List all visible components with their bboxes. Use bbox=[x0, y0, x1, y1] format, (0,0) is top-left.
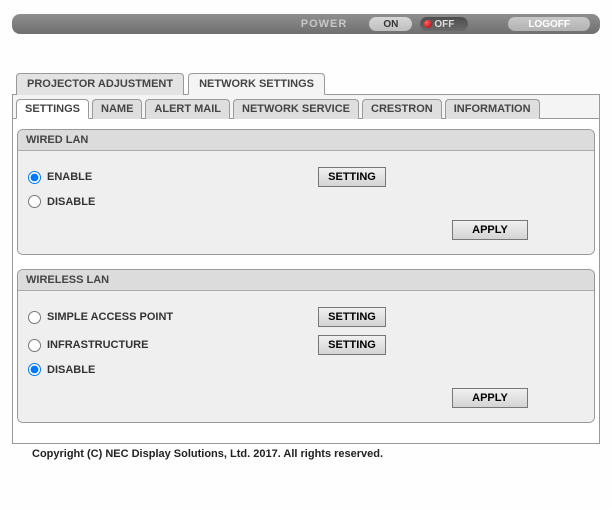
tab-network-settings[interactable]: NETWORK SETTINGS bbox=[188, 73, 325, 95]
wireless-lan-panel: WIRELESS LAN SIMPLE ACCESS POINT SETTING… bbox=[17, 269, 595, 423]
wireless-disable-label: DISABLE bbox=[47, 364, 95, 376]
tab-projector-adjustment[interactable]: PROJECTOR ADJUSTMENT bbox=[16, 73, 184, 95]
wired-lan-title: WIRED LAN bbox=[18, 130, 594, 151]
tab-network-service[interactable]: NETWORK SERVICE bbox=[233, 99, 359, 119]
settings-content: WIRED LAN ENABLE SETTING DISABLE bbox=[13, 119, 599, 443]
wireless-apply-button[interactable]: APPLY bbox=[452, 388, 528, 408]
wired-disable-radio[interactable] bbox=[28, 195, 41, 208]
wired-disable-label: DISABLE bbox=[47, 196, 95, 208]
wireless-simpleap-setting-button[interactable]: SETTING bbox=[318, 307, 386, 327]
tab-crestron[interactable]: CRESTRON bbox=[362, 99, 442, 119]
tab-name[interactable]: NAME bbox=[92, 99, 142, 119]
power-label: POWER bbox=[301, 18, 348, 30]
wired-enable-label: ENABLE bbox=[47, 171, 92, 183]
wireless-simpleap-option[interactable]: SIMPLE ACCESS POINT bbox=[28, 311, 318, 324]
copyright-footer: Copyright (C) NEC Display Solutions, Ltd… bbox=[12, 444, 600, 460]
wired-setting-button[interactable]: SETTING bbox=[318, 167, 386, 187]
wireless-infrastructure-setting-button[interactable]: SETTING bbox=[318, 335, 386, 355]
wireless-lan-title: WIRELESS LAN bbox=[18, 270, 594, 291]
wired-enable-radio[interactable] bbox=[28, 171, 41, 184]
wired-disable-option[interactable]: DISABLE bbox=[28, 195, 318, 208]
tab-alert-mail[interactable]: ALERT MAIL bbox=[145, 99, 230, 119]
power-off-button[interactable]: OFF bbox=[420, 17, 468, 31]
wireless-infrastructure-radio[interactable] bbox=[28, 339, 41, 352]
wireless-disable-radio[interactable] bbox=[28, 363, 41, 376]
secondary-tab-bar: SETTINGS NAME ALERT MAIL NETWORK SERVICE… bbox=[13, 95, 599, 119]
wireless-infrastructure-option[interactable]: INFRASTRUCTURE bbox=[28, 339, 318, 352]
wired-lan-panel: WIRED LAN ENABLE SETTING DISABLE bbox=[17, 129, 595, 255]
wireless-simpleap-label: SIMPLE ACCESS POINT bbox=[47, 311, 173, 323]
logoff-button[interactable]: LOGOFF bbox=[508, 17, 590, 31]
power-on-button[interactable]: ON bbox=[369, 17, 412, 31]
wireless-simpleap-radio[interactable] bbox=[28, 311, 41, 324]
primary-tab-bar: PROJECTOR ADJUSTMENT NETWORK SETTINGS bbox=[12, 72, 600, 95]
wireless-disable-option[interactable]: DISABLE bbox=[28, 363, 318, 376]
tab-information[interactable]: INFORMATION bbox=[445, 99, 540, 119]
tab-settings[interactable]: SETTINGS bbox=[16, 99, 89, 119]
top-toolbar: POWER ON OFF LOGOFF bbox=[12, 14, 600, 34]
wired-enable-option[interactable]: ENABLE bbox=[28, 171, 318, 184]
wireless-infrastructure-label: INFRASTRUCTURE bbox=[47, 339, 148, 351]
wired-apply-button[interactable]: APPLY bbox=[452, 220, 528, 240]
